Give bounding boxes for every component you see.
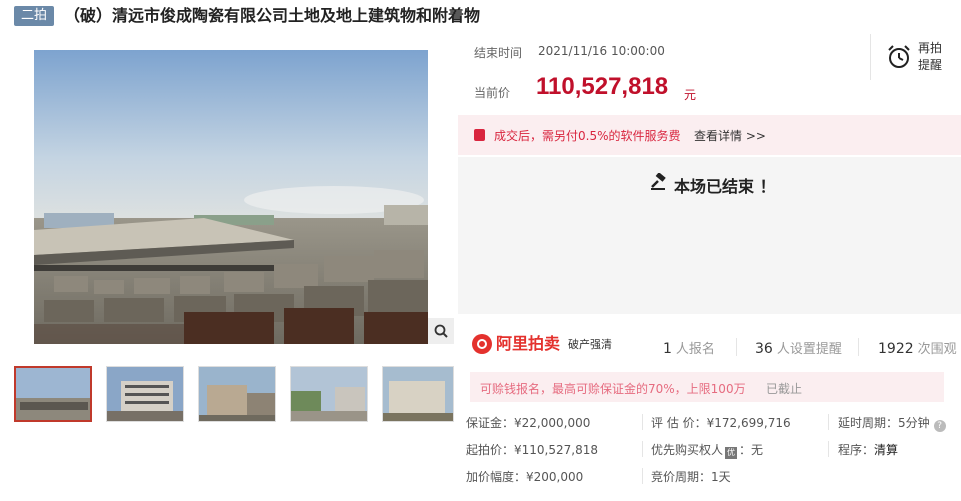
remind-label: 人设置提醒 <box>776 342 842 357</box>
credit-deposit-status: 已截止 <box>766 382 803 396</box>
auction-ended-text: 本场已结束 ！ <box>674 177 776 196</box>
delay-text: 延时周期：5分钟 <box>838 416 930 430</box>
signup-label: 人报名 <box>675 342 715 357</box>
detail-divider <box>828 441 829 457</box>
stat-divider <box>858 338 859 356</box>
platform-subtitle: 破产强清 <box>568 338 612 351</box>
view-stat: 1922 次围观 <box>878 338 957 357</box>
signup-count: 1 <box>663 341 672 357</box>
page-title: （破）清远市俊成陶瓷有限公司土地及地上建筑物和附着物 <box>64 6 481 25</box>
platform-name: 阿里拍卖 <box>496 334 561 353</box>
detail-divider <box>642 468 643 484</box>
end-time-value: 2021/11/16 10:00:00 <box>538 44 665 58</box>
priority-badge-icon[interactable]: 优 <box>725 447 738 459</box>
procedure-value[interactable]: 清算 <box>874 443 898 457</box>
magnifier-icon[interactable] <box>428 318 454 344</box>
current-price-value: 110,527,818 <box>536 73 669 100</box>
bid-cycle-info: 竞价周期：1天 <box>651 470 731 484</box>
auction-status-box: 本场已结束 ！ <box>458 157 961 314</box>
end-time-label: 结束时间 <box>474 46 523 60</box>
current-price-label: 当前价 <box>474 86 511 100</box>
credit-deposit-notice: 可赊钱报名，最高可赊保证金的70%，上限100万 已截止 <box>470 372 944 402</box>
relist-remind-label: 再拍提醒 <box>918 41 943 72</box>
priority-buyer-label: 优先购买权人 <box>651 443 724 457</box>
thumbnail-3[interactable] <box>198 366 276 422</box>
gavel-icon <box>650 172 668 191</box>
remind-stat: 36 人设置提醒 <box>755 338 842 357</box>
stats-row: 阿里拍卖 破产强清 1 人报名 36 人设置提醒 1922 次围观 <box>458 322 961 368</box>
price-unit: 元 <box>684 88 697 102</box>
service-fee-text: 成交后，需另付0.5%的软件服务费 <box>494 129 681 143</box>
signup-stat: 1 人报名 <box>663 338 715 357</box>
thumbnail-1[interactable] <box>14 366 92 422</box>
priority-buyer-value: ：无 <box>739 443 764 457</box>
ali-auction-logo: 阿里拍卖 破产强清 <box>472 334 612 358</box>
deposit-info: 保证金：¥22,000,000 <box>466 416 591 430</box>
view-count: 1922 <box>878 341 914 357</box>
divider <box>870 34 871 80</box>
help-icon[interactable]: ? <box>933 420 946 432</box>
auction-round-tag: 二拍 <box>14 6 54 26</box>
procedure-info: 程序：清算 <box>838 441 898 458</box>
procedure-label: 程序： <box>838 443 875 457</box>
title-bar: 二拍 （破）清远市俊成陶瓷有限公司土地及地上建筑物和附着物 <box>0 0 961 34</box>
appraisal-info: 评 估 价：¥172,699,716 <box>651 416 791 430</box>
start-price-info: 起拍价：¥110,527,818 <box>466 443 598 457</box>
bag-icon <box>474 129 485 141</box>
detail-divider <box>642 441 643 457</box>
view-details-link[interactable]: 查看详情 >> <box>694 127 766 144</box>
delay-info: 延时周期：5分钟? <box>838 414 946 432</box>
detail-divider <box>642 414 643 430</box>
stat-divider <box>736 338 737 356</box>
thumbnail-strip <box>14 366 454 424</box>
view-label: 次围观 <box>917 342 957 357</box>
credit-deposit-text: 可赊钱报名，最高可赊保证金的70%，上限100万 <box>480 382 746 396</box>
service-fee-notice: 成交后，需另付0.5%的软件服务费 查看详情 >> <box>458 115 961 155</box>
increment-info: 加价幅度：¥200,000 <box>466 470 584 484</box>
thumbnail-2[interactable] <box>106 366 184 422</box>
priority-buyer-info: 优先购买权人优：无 <box>651 441 763 459</box>
thumbnail-5[interactable] <box>382 366 454 422</box>
main-property-photo[interactable] <box>34 50 428 344</box>
alarm-clock-icon <box>886 44 912 70</box>
relist-remind-button[interactable]: 再拍提醒 <box>886 40 956 76</box>
detail-divider <box>828 414 829 430</box>
ali-logo-icon <box>472 334 492 354</box>
thumbnail-4[interactable] <box>290 366 368 422</box>
remind-count: 36 <box>755 341 773 357</box>
